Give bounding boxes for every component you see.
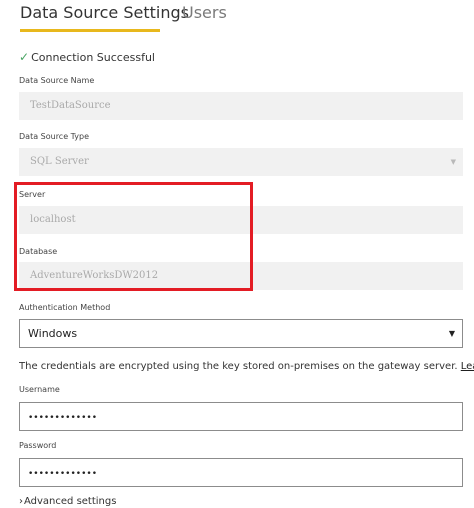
password-input[interactable]: ••••••••••••• <box>19 458 463 487</box>
check-icon: ✓ <box>19 50 30 64</box>
server-field: localhost <box>19 206 463 234</box>
advanced-settings-toggle[interactable]: ›Advanced settings <box>19 496 116 507</box>
database-value: AdventureWorksDW2012 <box>30 270 159 281</box>
advanced-settings-label: Advanced settings <box>24 496 117 507</box>
tab-bar: Data Source Settings Users <box>0 0 474 36</box>
username-input[interactable]: ••••••••••••• <box>19 402 463 431</box>
username-value: ••••••••••••• <box>28 413 98 423</box>
username-label: Username <box>19 385 60 394</box>
database-label: Database <box>19 247 58 256</box>
data-source-type-select: SQL Server ▼ <box>19 148 463 176</box>
data-source-name-field: TestDataSource <box>19 92 463 120</box>
authentication-method-select[interactable]: Windows ▼ <box>19 319 463 348</box>
connection-status: ✓ Connection Successful <box>19 50 155 64</box>
data-source-name-label: Data Source Name <box>19 76 95 85</box>
server-value: localhost <box>30 214 76 225</box>
chevron-right-icon: › <box>19 496 23 507</box>
password-value: ••••••••••••• <box>28 469 98 479</box>
data-source-type-value: SQL Server <box>30 156 89 167</box>
authentication-method-label: Authentication Method <box>19 303 111 312</box>
data-source-type-label: Data Source Type <box>19 132 90 141</box>
credentials-note: The credentials are encrypted using the … <box>19 361 474 372</box>
credentials-note-text: The credentials are encrypted using the … <box>19 361 461 372</box>
tab-users[interactable]: Users <box>182 3 227 22</box>
connection-status-text: Connection Successful <box>31 51 155 64</box>
learn-more-link[interactable]: Learn more <box>461 361 474 372</box>
chevron-down-icon: ▼ <box>448 329 455 338</box>
server-label: Server <box>19 190 46 199</box>
password-label: Password <box>19 441 57 450</box>
authentication-method-value: Windows <box>28 327 78 340</box>
active-tab-indicator <box>20 29 160 32</box>
dropdown-arrow-icon: ▼ <box>450 158 456 166</box>
database-field: AdventureWorksDW2012 <box>19 262 463 290</box>
tab-data-source-settings[interactable]: Data Source Settings <box>20 3 189 22</box>
data-source-name-value: TestDataSource <box>30 100 111 111</box>
